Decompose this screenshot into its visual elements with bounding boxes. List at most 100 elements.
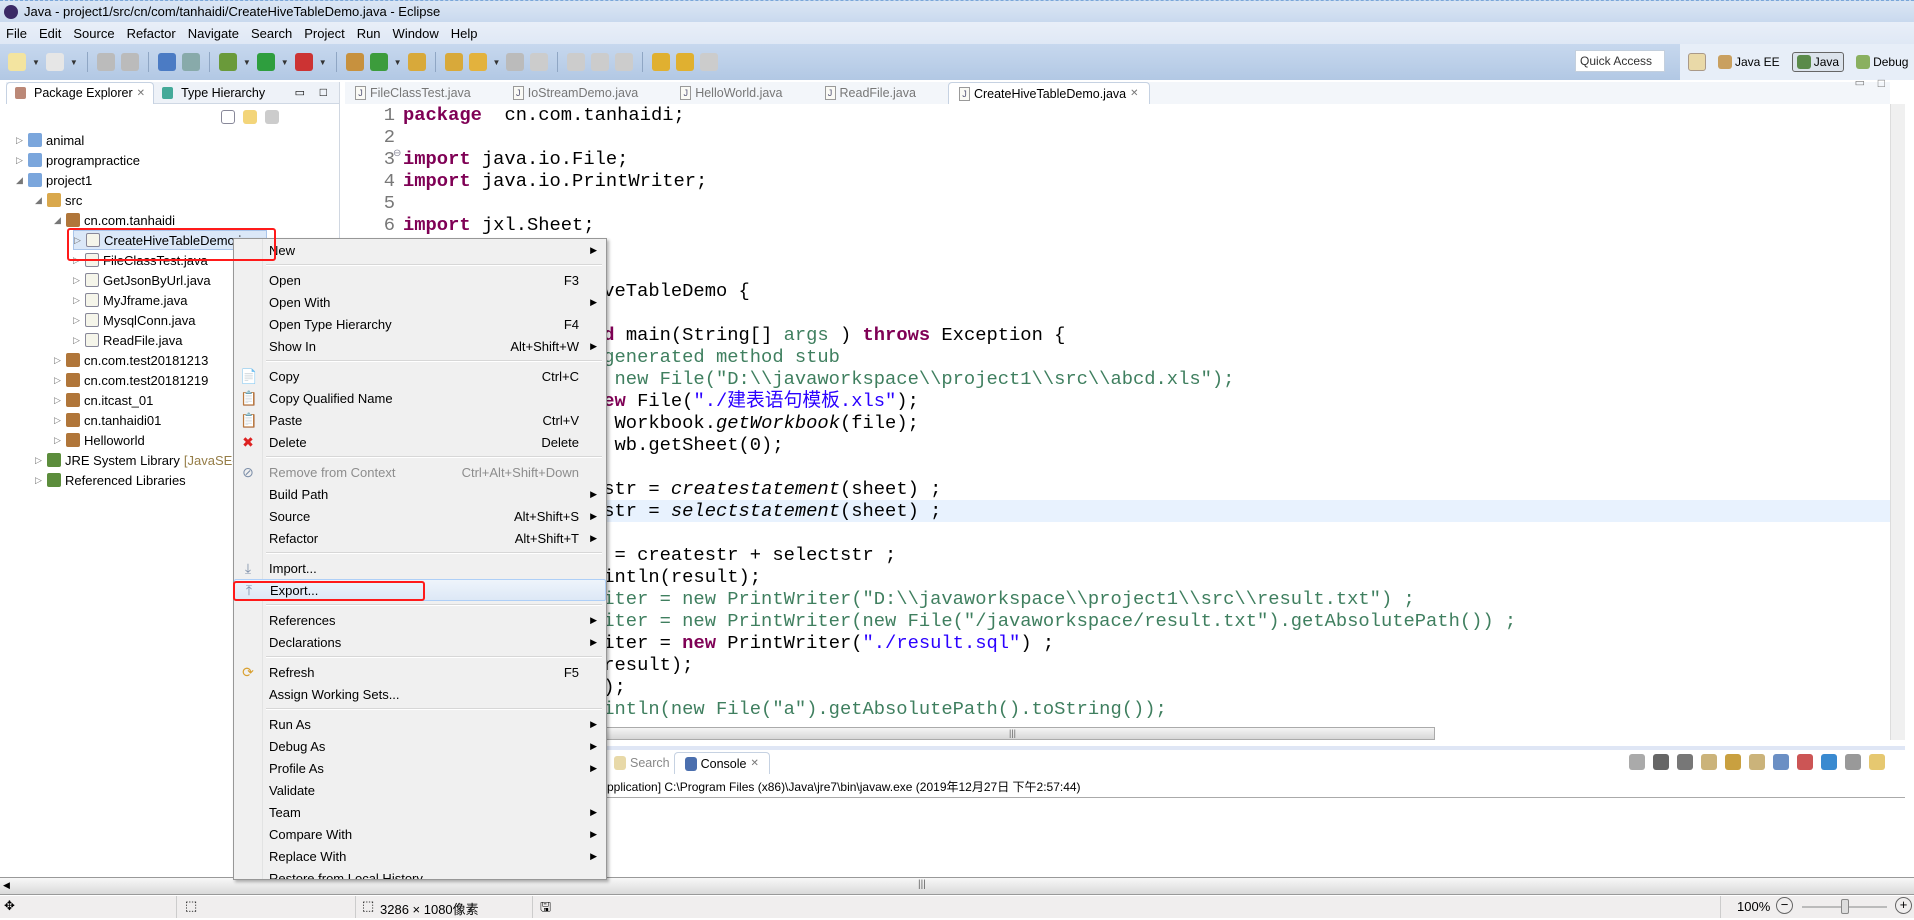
open-console-icon[interactable]	[1869, 754, 1885, 770]
editor-vertical-scrollbar[interactable]	[1890, 104, 1905, 740]
tree-item[interactable]: ▷ animal	[16, 130, 84, 150]
collapsed-icon[interactable]: ▷	[54, 435, 66, 446]
next-annotation-icon[interactable]	[591, 53, 610, 71]
close-icon[interactable]: ✕	[750, 758, 758, 769]
editor-tab[interactable]: J FileClassTest.java	[345, 82, 481, 104]
collapsed-icon[interactable]: ▷	[16, 135, 28, 146]
menu-item-compare-with[interactable]: Compare With ▶	[234, 823, 606, 845]
collapsed-icon[interactable]: ▷	[73, 315, 85, 326]
editor-horizontal-scrollbar[interactable]: |||	[590, 727, 1435, 740]
menu-edit[interactable]: Edit	[39, 26, 61, 41]
scroll-lock-icon[interactable]	[1725, 754, 1741, 770]
menu-item-profile-as[interactable]: Profile As ▶	[234, 757, 606, 779]
terminate-icon[interactable]	[1629, 754, 1645, 770]
menu-item-paste[interactable]: 📋 Paste Ctrl+V	[234, 409, 606, 431]
dropdown-arrow-icon[interactable]: ▼	[32, 58, 40, 67]
menu-item-team[interactable]: Team ▶	[234, 801, 606, 823]
back-icon[interactable]	[676, 53, 695, 71]
menu-item-source[interactable]: Source Alt+Shift+S ▶	[234, 505, 606, 527]
tree-item[interactable]: ▷ cn.com.test20181213	[54, 350, 208, 370]
collapsed-icon[interactable]: ▷	[73, 335, 85, 346]
tree-item[interactable]: ▷ MyJframe.java	[73, 290, 188, 310]
close-icon[interactable]: ✕	[137, 88, 145, 99]
menu-item-copy[interactable]: 📄 Copy Ctrl+C	[234, 365, 606, 387]
menu-item-references[interactable]: References ▶	[234, 609, 606, 631]
remove-all-icon[interactable]	[1677, 754, 1693, 770]
menu-source[interactable]: Source	[73, 26, 114, 41]
tab-package-explorer[interactable]: Package Explorer ✕	[6, 81, 155, 104]
debug-icon[interactable]	[218, 53, 237, 71]
editor-tab[interactable]: J ReadFile.java	[815, 82, 926, 104]
dropdown-arrow-icon[interactable]: ▼	[493, 58, 501, 67]
zoom-in-button[interactable]: +	[1895, 897, 1912, 914]
show-whitespace-icon[interactable]	[567, 53, 586, 71]
dropdown-arrow-icon[interactable]: ▼	[243, 58, 251, 67]
menu-item-open-with[interactable]: Open With ▶	[234, 291, 606, 313]
tree-item[interactable]: ▷ GetJsonByUrl.java	[73, 270, 211, 290]
expanded-icon[interactable]: ◢	[35, 195, 47, 206]
dropdown-arrow-icon[interactable]: ▼	[319, 58, 327, 67]
menu-item-declarations[interactable]: Declarations ▶	[234, 631, 606, 653]
collapsed-icon[interactable]: ▷	[54, 415, 66, 426]
tree-item[interactable]: ▷ Referenced Libraries	[35, 470, 186, 490]
tree-item[interactable]: ◢ src	[35, 190, 82, 210]
tree-item[interactable]: ◢ project1	[16, 170, 92, 190]
menu-run[interactable]: Run	[357, 26, 381, 41]
menu-item-refactor[interactable]: Refactor Alt+Shift+T ▶	[234, 527, 606, 549]
tree-item[interactable]: ▷ programpractice	[16, 150, 140, 170]
display-console-icon[interactable]	[1845, 754, 1861, 770]
perspective-java-ee[interactable]: Java EE	[1714, 53, 1784, 71]
menu-item-copy-qualified-name[interactable]: 📋 Copy Qualified Name	[234, 387, 606, 409]
last-edit-icon[interactable]	[652, 53, 671, 71]
search-icon[interactable]	[468, 53, 487, 71]
menu-item-run-as[interactable]: Run As ▶	[234, 713, 606, 735]
menu-item-replace-with[interactable]: Replace With ▶	[234, 845, 606, 867]
tree-item[interactable]: ▷ MysqlConn.java	[73, 310, 196, 330]
collapsed-icon[interactable]: ▷	[54, 375, 66, 386]
tree-item[interactable]: ▷ JRE System Library [JavaSE-	[35, 450, 237, 470]
previous-annotation-icon[interactable]	[615, 53, 634, 71]
tree-item[interactable]: ▷ cn.itcast_01	[54, 390, 153, 410]
menu-item-build-path[interactable]: Build Path ▶	[234, 483, 606, 505]
menu-item-restore-from-local-history[interactable]: Restore from Local History...	[234, 867, 606, 880]
clear-console-icon[interactable]	[1701, 754, 1717, 770]
menu-project[interactable]: Project	[304, 26, 344, 41]
expanded-icon[interactable]: ◢	[16, 175, 28, 186]
dropdown-arrow-icon[interactable]: ▼	[394, 58, 402, 67]
toggle-block-icon[interactable]	[530, 53, 549, 71]
menu-search[interactable]: Search	[251, 26, 292, 41]
zoom-slider-thumb[interactable]	[1840, 899, 1849, 914]
maximize-icon[interactable]: □	[320, 85, 327, 99]
show-on-stdout-icon[interactable]	[1773, 754, 1789, 770]
save-all-icon[interactable]	[120, 53, 139, 71]
collapsed-icon[interactable]: ▷	[35, 475, 47, 486]
menu-navigate[interactable]: Navigate	[188, 26, 239, 41]
menu-item-remove-from-context[interactable]: ⊘ Remove from Context Ctrl+Alt+Shift+Down	[234, 461, 606, 483]
quick-access-input[interactable]: Quick Access	[1575, 50, 1665, 72]
dropdown-arrow-icon[interactable]: ▼	[281, 58, 289, 67]
tab-search[interactable]: Search	[610, 752, 674, 774]
show-on-stderr-icon[interactable]	[1797, 754, 1813, 770]
collapse-all-icon[interactable]	[221, 110, 235, 124]
view-menu-icon[interactable]	[265, 110, 279, 124]
menu-item-new[interactable]: New ▶	[234, 239, 606, 261]
remove-launch-icon[interactable]	[1653, 754, 1669, 770]
menu-refactor[interactable]: Refactor	[127, 26, 176, 41]
tree-item[interactable]: ◢ cn.com.tanhaidi	[54, 210, 175, 230]
editor-maximize-icon[interactable]: □	[1878, 76, 1885, 90]
dropdown-arrow-icon[interactable]: ▼	[70, 58, 78, 67]
menu-item-refresh[interactable]: ⟳ Refresh F5	[234, 661, 606, 683]
open-task-icon[interactable]	[444, 53, 463, 71]
editor-tab[interactable]: J HelloWorld.java	[670, 82, 792, 104]
menu-item-delete[interactable]: ✖ Delete Delete	[234, 431, 606, 453]
terminal-icon[interactable]	[157, 53, 176, 71]
menu-item-debug-as[interactable]: Debug As ▶	[234, 735, 606, 757]
fold-icon[interactable]: ⊖	[393, 148, 401, 160]
menu-item-show-in[interactable]: Show In Alt+Shift+W ▶	[234, 335, 606, 357]
menu-item-open-type-hierarchy[interactable]: Open Type Hierarchy F4	[234, 313, 606, 335]
run-icon[interactable]	[256, 53, 275, 71]
tree-item[interactable]: ▷ ReadFile.java	[73, 330, 183, 350]
tree-item[interactable]: ▷ Helloworld	[54, 430, 145, 450]
collapsed-icon[interactable]: ▷	[54, 355, 66, 366]
skip-breakpoints-icon[interactable]	[181, 53, 200, 71]
